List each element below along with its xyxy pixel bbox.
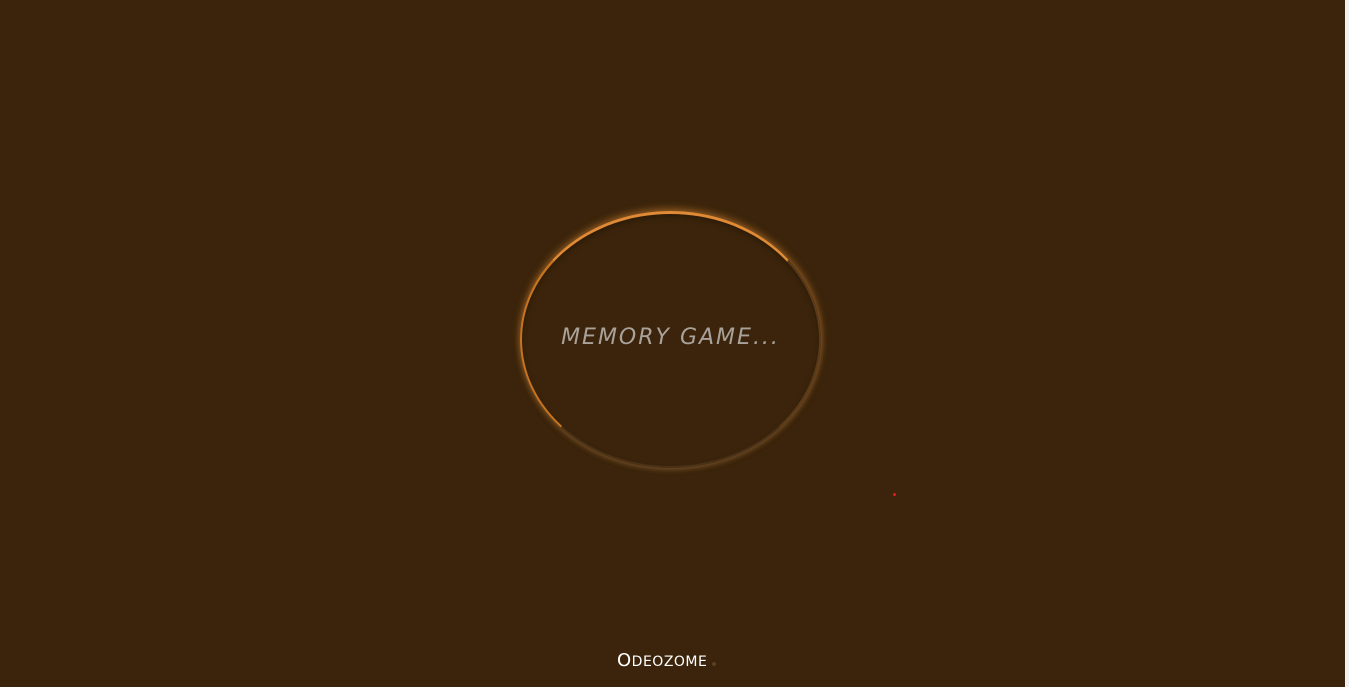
footer-brand[interactable]: ODEOZOME <box>617 650 707 671</box>
footer-brand-initial: O <box>617 650 632 671</box>
scrollbar[interactable] <box>1345 0 1349 687</box>
footer-dot-icon <box>712 662 716 666</box>
loading-title: MEMORY GAME... <box>561 325 780 350</box>
game-loading-screen: MEMORY GAME... ODEOZOME <box>0 0 1349 687</box>
cursor-dot-icon <box>893 493 896 496</box>
footer-brand-rest: DEOZOME <box>631 654 708 670</box>
